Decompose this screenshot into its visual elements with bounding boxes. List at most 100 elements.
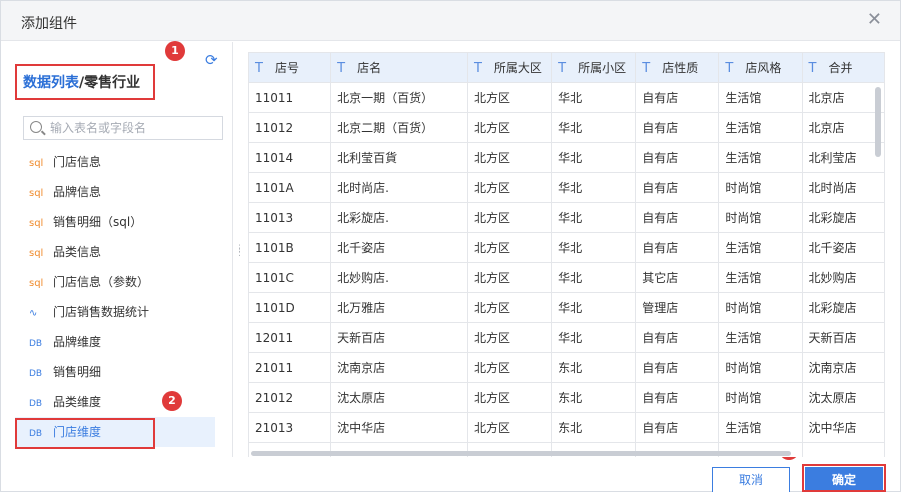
database-icon: DB: [29, 369, 43, 379]
table-cell: 华北: [551, 232, 637, 263]
table-cell: 自有店: [635, 142, 720, 173]
step-badge-2: 2: [162, 391, 182, 411]
table-item-label: 销售明细: [53, 365, 102, 379]
breadcrumb: 数据列表/零售行业: [15, 64, 155, 100]
table-cell: 北方区: [466, 292, 553, 323]
table-cell: 时尚馆: [718, 352, 803, 383]
column-header[interactable]: T 店名: [330, 52, 468, 83]
table-cell: 北千姿店: [801, 232, 885, 263]
table-cell: 北方区: [466, 142, 553, 173]
table-cell: 北利莹百貨: [330, 142, 468, 173]
table-cell: 北千姿店: [330, 232, 468, 263]
sql-icon: sql: [29, 158, 44, 169]
search-box: [23, 116, 223, 140]
table-item[interactable]: sql 门店信息（参数）: [15, 267, 215, 297]
panel-splitter[interactable]: [232, 42, 233, 457]
column-header-label: 合并: [828, 61, 853, 75]
column-header[interactable]: T 店号: [248, 52, 332, 83]
table-cell: 北方区: [466, 262, 553, 293]
table-item[interactable]: DB 销售明细: [15, 357, 215, 387]
table-cell: 21012: [248, 382, 332, 413]
table-cell: 时尚馆: [718, 292, 803, 323]
table-cell: 生活馆: [718, 142, 803, 173]
table-cell: 时尚馆: [718, 382, 803, 413]
table-item-label: 门店信息: [53, 155, 102, 169]
table-cell: 沈南京店: [330, 352, 468, 383]
table-item-label: 销售明细（sql）: [53, 215, 143, 229]
table-cell: 东北: [551, 352, 637, 383]
table-row: 1101C 北妙购店. 北方区 华北 其它店 生活馆 北妙购店: [248, 262, 885, 293]
table-cell: 11014: [248, 142, 332, 173]
column-header[interactable]: T 店性质: [635, 52, 720, 83]
dialog-header: 添加组件 ✕: [1, 1, 900, 41]
table-item[interactable]: ∿ 门店销售数据统计: [15, 297, 215, 327]
horizontal-scrollbar[interactable]: [251, 451, 791, 456]
table-cell: 生活馆: [718, 232, 803, 263]
table-cell: 其它店: [635, 262, 720, 293]
table-item-label: 品类维度: [53, 395, 102, 409]
table-list: sql 门店信息 sql 品牌信息 sql 销售明细（sql） sql 品类信息 sql 门店信息…: [15, 147, 215, 447]
table-cell: 自有店: [635, 382, 720, 413]
table-item[interactable]: DB 品类维度: [15, 387, 215, 417]
table-item[interactable]: sql 品牌信息: [15, 177, 215, 207]
table-cell: 天新百店: [330, 322, 468, 353]
table-cell: 1101B: [248, 232, 332, 263]
text-type-icon: T: [642, 61, 651, 76]
dialog-title: 添加组件: [21, 16, 77, 32]
table-cell: 生活馆: [718, 322, 803, 353]
table-cell: 北方区: [466, 202, 553, 233]
table-cell: 自有店: [635, 322, 720, 353]
selected-table-highlight: [15, 418, 155, 449]
breadcrumb-data-list[interactable]: 数据列表: [23, 75, 79, 91]
table-cell: 自有店: [635, 112, 720, 143]
table-cell: 北方区: [466, 412, 553, 443]
table-item[interactable]: sql 销售明细（sql）: [15, 207, 215, 237]
table-row: 1101A 北时尚店. 北方区 华北 自有店 时尚馆 北时尚店: [248, 172, 885, 203]
table-row: 21013 沈中华店 北方区 东北 自有店 生活馆 沈中华店: [248, 412, 885, 443]
column-header[interactable]: T 所属小区: [551, 52, 637, 83]
table-item-label: 门店销售数据统计: [53, 305, 150, 319]
table-cell: 华北: [551, 172, 637, 203]
table-cell: 华北: [551, 112, 637, 143]
text-type-icon: T: [473, 61, 482, 76]
table-cell: 北方区: [466, 112, 553, 143]
table-cell: 北方区: [466, 322, 553, 353]
table-row: 1101B 北千姿店 北方区 华北 自有店 生活馆 北千姿店: [248, 232, 885, 263]
table-cell: 北时尚店: [801, 172, 885, 203]
table-item[interactable]: sql 门店信息: [15, 147, 215, 177]
column-header[interactable]: T 店风格: [718, 52, 803, 83]
search-input[interactable]: [50, 119, 218, 137]
step-badge-1: 1: [165, 41, 185, 61]
chart-icon: ∿: [29, 308, 38, 319]
table-item[interactable]: DB 品牌维度: [15, 327, 215, 357]
table-row: 11011 北京一期（百货） 北方区 华北 自有店 生活馆 北京店: [248, 82, 885, 113]
table-row: 11014 北利莹百貨 北方区 华北 自有店 生活馆 北利莹店: [248, 142, 885, 173]
table-row: 21011 沈南京店 北方区 东北 自有店 时尚馆 沈南京店: [248, 352, 885, 383]
cancel-button[interactable]: 取消: [712, 467, 790, 492]
vertical-scrollbar[interactable]: [875, 87, 881, 157]
drag-handle-icon[interactable]: ⋮ ⋮: [235, 245, 244, 261]
table-item[interactable]: sql 品类信息: [15, 237, 215, 267]
table-row: 1101D 北万雅店 北方区 华北 管理店 时尚馆 北彩旋店: [248, 292, 885, 323]
column-header[interactable]: T 所属大区: [466, 52, 553, 83]
table-cell: 时尚馆: [718, 172, 803, 203]
table-cell: 沈太原店: [801, 382, 885, 413]
add-component-dialog: 添加组件 ✕ 数据列表/零售行业 ⟳ sql 门店信息 sql 品牌信息 sql 销售明细…: [0, 0, 901, 492]
table-cell: 华北: [551, 82, 637, 113]
table-cell: 北京一期（百货）: [330, 82, 468, 113]
table-cell: 生活馆: [718, 112, 803, 143]
table-cell: 自有店: [635, 352, 720, 383]
table-cell: 12011: [248, 322, 332, 353]
table-cell: 生活馆: [718, 82, 803, 113]
refresh-icon[interactable]: ⟳: [205, 52, 221, 68]
confirm-button-highlight: [802, 464, 886, 492]
sql-icon: sql: [29, 218, 44, 229]
table-cell: 自有店: [635, 412, 720, 443]
table-item-label: 门店信息（参数）: [53, 275, 150, 289]
column-header[interactable]: T 合并: [801, 52, 885, 83]
close-icon[interactable]: ✕: [867, 11, 882, 29]
table-cell: 北彩旋店: [801, 292, 885, 323]
sql-icon: sql: [29, 278, 44, 289]
table-cell: 自有店: [635, 202, 720, 233]
table-cell: 北方区: [466, 382, 553, 413]
